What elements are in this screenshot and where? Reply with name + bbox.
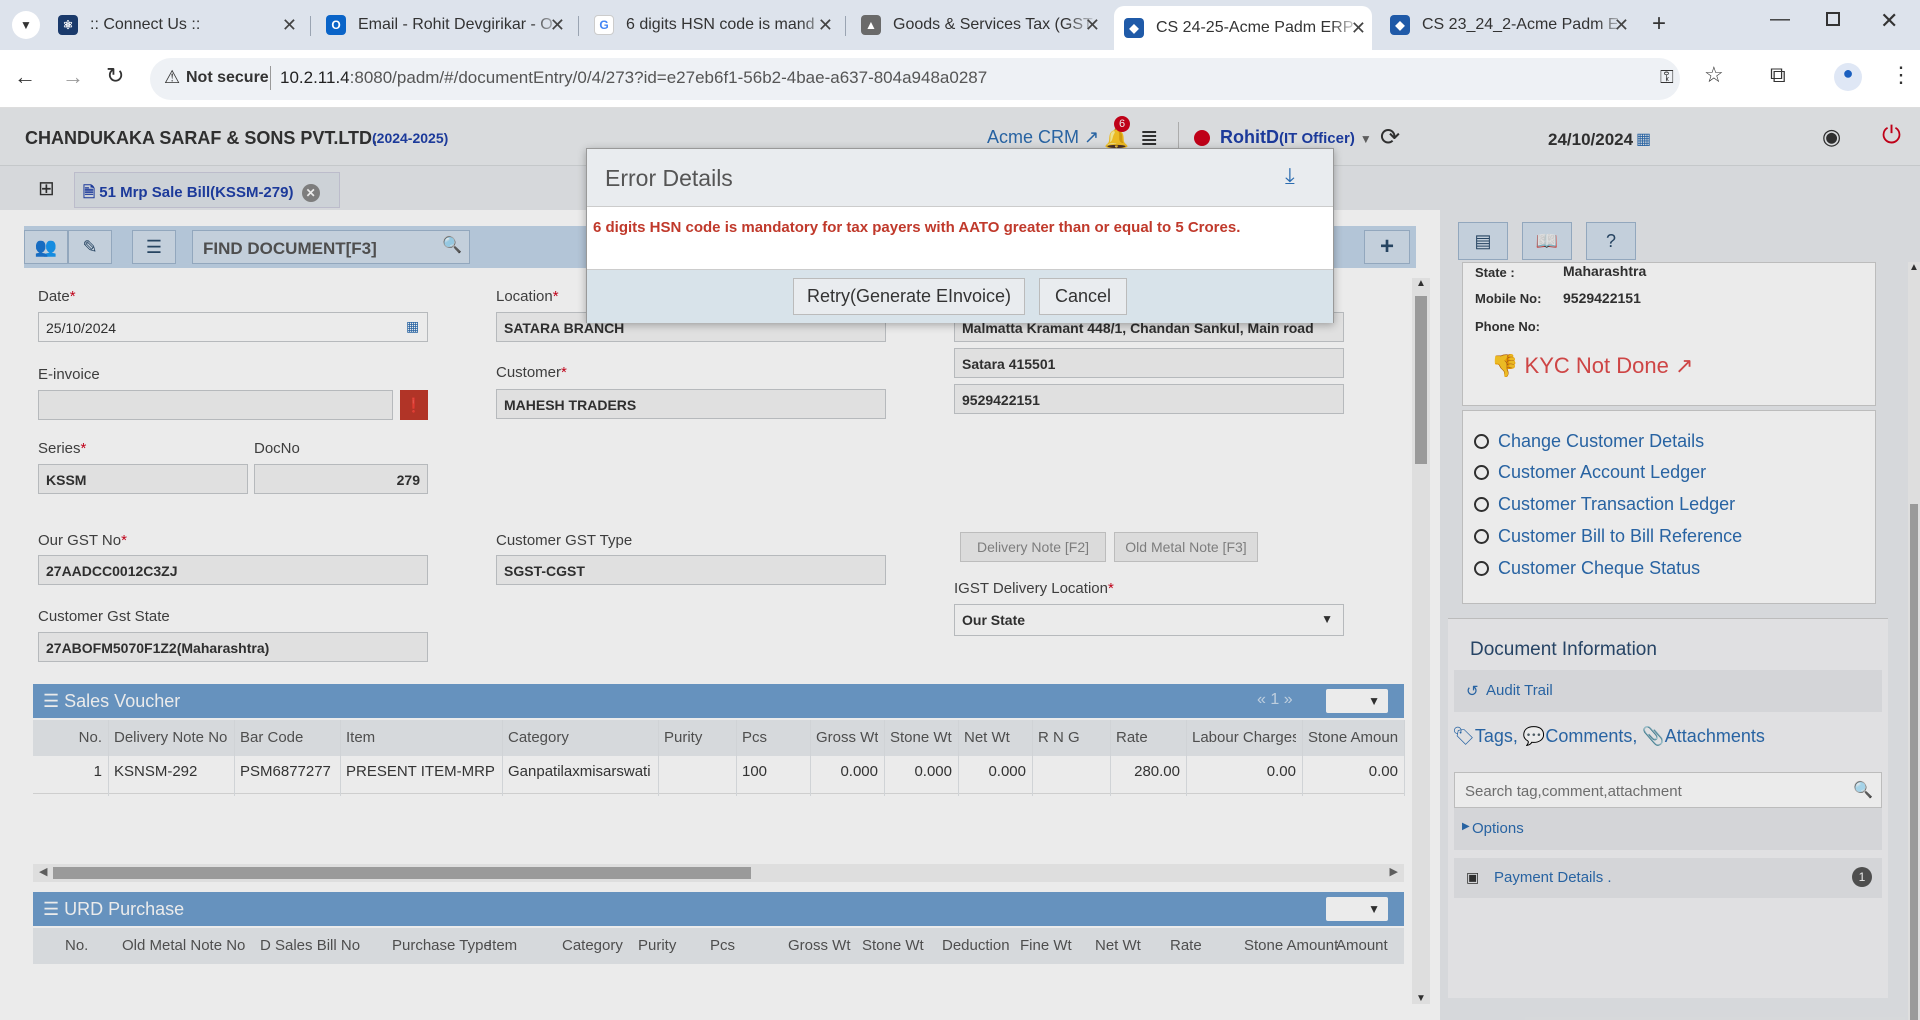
error-dialog-header: Error Details ⤓: [587, 149, 1333, 207]
browser-tab-gst[interactable]: ▲ Goods & Services Tax (GST ✕: [851, 9, 1106, 41]
browser-tab-bar: ▼ ⚛ :: Connect Us :: ✕ O Email - Rohit D…: [0, 0, 1920, 50]
close-tab-icon[interactable]: ✕: [550, 15, 565, 36]
table-cell: 0.00: [1368, 763, 1398, 780]
browser-tab-erp-2[interactable]: ◆ CS 23_24_2-Acme Padm E ✕: [1380, 9, 1635, 41]
tab-title: CS 24-25-Acme Padm ERP: [1156, 19, 1354, 36]
close-tab-icon[interactable]: ✕: [282, 15, 297, 36]
column-divider: [1032, 720, 1033, 796]
forward-icon[interactable]: →: [62, 64, 84, 90]
tab-title: :: Connect Us ::: [90, 16, 201, 33]
browser-menu-icon[interactable]: ⋮: [1890, 62, 1912, 88]
tab-title: 6 digits HSN code is mand: [626, 16, 815, 33]
outlook-icon: O: [326, 15, 346, 35]
close-tab-icon[interactable]: ✕: [1085, 15, 1100, 36]
column-divider: [810, 720, 811, 796]
browser-tab-connect[interactable]: ⚛ :: Connect Us :: ✕: [48, 9, 303, 41]
table-cell: 1: [93, 763, 102, 780]
extensions-icon[interactable]: ⧉: [1770, 62, 1786, 88]
close-tab-icon[interactable]: ✕: [818, 15, 833, 36]
cancel-button[interactable]: Cancel: [1039, 278, 1127, 315]
bookmark-star-icon[interactable]: ☆: [1704, 62, 1724, 88]
column-divider: [884, 720, 885, 796]
table-cell: 0.000: [914, 763, 952, 780]
column-divider: [1404, 720, 1405, 796]
react-icon: ⚛: [58, 15, 78, 35]
error-dialog-footer: Retry(Generate EInvoice) Cancel: [587, 269, 1333, 323]
column-divider: [1186, 720, 1187, 796]
profile-avatar-icon[interactable]: ●: [1834, 63, 1862, 91]
url-text: 10.2.11.4:8080/padm/#/documentEntry/0/4/…: [280, 68, 988, 87]
table-cell: 100: [742, 763, 768, 780]
column-divider: [958, 720, 959, 796]
browser-tab-erp-active[interactable]: ◆ CS 24-25-Acme Padm ERP ✕: [1114, 6, 1372, 50]
browser-tab-email[interactable]: O Email - Rohit Devgirikar - O ✕: [316, 9, 571, 41]
column-divider: [108, 720, 109, 796]
warning-icon: ⚠: [164, 67, 181, 87]
table-cell: 0.000: [840, 763, 878, 780]
tab-title: CS 23_24_2-Acme Padm E: [1422, 16, 1619, 33]
table-cell: Ganpatilaxmisarswati: [508, 763, 651, 780]
table-cell: PRESENT ITEM-MRP: [346, 763, 495, 780]
column-divider: [340, 720, 341, 796]
retry-generate-einvoice-button[interactable]: Retry(Generate EInvoice): [793, 278, 1025, 315]
back-icon[interactable]: ←: [14, 64, 36, 90]
new-tab-icon[interactable]: +: [1652, 10, 1666, 38]
column-divider: [234, 720, 235, 796]
table-cell: 0.000: [988, 763, 1026, 780]
column-divider: [658, 720, 659, 796]
column-divider: [736, 720, 737, 796]
google-icon: G: [594, 15, 614, 35]
error-dialog: Error Details ⤓ 6 digits HSN code is man…: [586, 148, 1334, 323]
table-cell: 280.00: [1134, 763, 1180, 780]
error-message: 6 digits HSN code is mandatory for tax p…: [593, 219, 1241, 236]
table-cell: KSNSM-292: [114, 763, 198, 780]
browser-tab-google[interactable]: G 6 digits HSN code is mand ✕: [584, 9, 839, 41]
download-icon[interactable]: ⤓: [1285, 163, 1295, 189]
erp-icon: ◆: [1124, 18, 1144, 38]
gst-icon: ▲: [861, 15, 881, 35]
tab-title: Email - Rohit Devgirikar - O: [358, 16, 553, 33]
not-secure-label[interactable]: Not secure: [186, 69, 269, 87]
reload-icon[interactable]: ↻: [106, 63, 124, 89]
url-sep: [270, 66, 271, 90]
error-dialog-title: Error Details: [605, 165, 733, 191]
tab-list-dropdown-icon[interactable]: ▼: [12, 11, 40, 39]
table-cell: 0.00: [1266, 763, 1296, 780]
table-cell: PSM6877277: [240, 763, 331, 780]
close-tab-icon[interactable]: ✕: [1351, 18, 1366, 39]
password-key-icon[interactable]: ⚿: [1660, 67, 1674, 88]
url-field[interactable]: ⚠ Not secure 10.2.11.4:8080/padm/#/docum…: [150, 58, 1680, 100]
close-tab-icon[interactable]: ✕: [1614, 15, 1629, 36]
column-divider: [502, 720, 503, 796]
address-bar-row: ← → ↻ ⚠ Not secure 10.2.11.4:8080/padm/#…: [0, 50, 1920, 108]
minimize-icon[interactable]: —: [1770, 8, 1790, 31]
restore-icon[interactable]: [1826, 12, 1840, 26]
column-divider: [1302, 720, 1303, 796]
erp-icon: ◆: [1390, 15, 1410, 35]
tab-title: Goods & Services Tax (GST: [893, 16, 1093, 33]
close-window-icon[interactable]: ✕: [1880, 8, 1898, 34]
column-divider: [1110, 720, 1111, 796]
